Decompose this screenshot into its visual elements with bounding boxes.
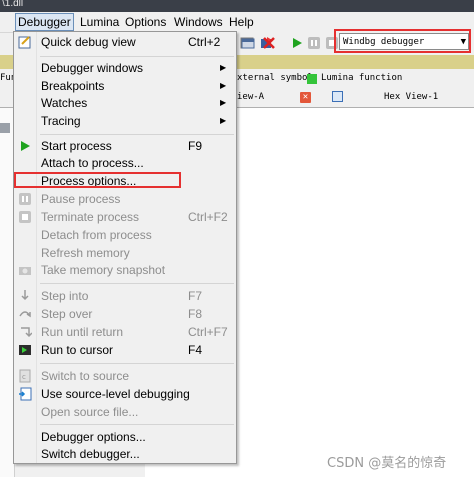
menu-item-label: Run to cursor [41,343,114,357]
camera-icon [19,267,31,275]
menu-item-detach-from-process: Detach from process [14,226,236,244]
run-to-cursor-icon [19,345,31,355]
debugger-menu: Quick debug view Ctrl+2 Debugger windows… [13,31,237,464]
menu-item-debugger-options[interactable]: Debugger options... [14,428,236,446]
close-icon[interactable]: ✕ [300,92,311,103]
window-title-bar: \1.dll [0,0,474,12]
legend-external-symbol: xternal symbol [237,73,313,83]
menu-separator [40,363,234,364]
menu-item-shortcut: F7 [188,289,203,303]
annotation-box-process-options [14,172,181,188]
menu-item-start-process[interactable]: Start process F9 [14,137,236,155]
step-over-icon [19,311,31,318]
window-icon[interactable] [241,36,255,50]
menu-item-label: Detach from process [41,228,152,242]
legend-lumina-swatch [307,74,317,84]
menu-item-step-into: Step into F7 [14,287,236,305]
menu-item-label: Open source file... [41,405,139,419]
play-icon[interactable] [290,36,304,50]
menu-item-attach-to-process[interactable]: Attach to process... [14,154,236,172]
menu-item-refresh-memory: Refresh memory [14,244,236,262]
menu-item-label: Switch to source [41,369,130,383]
annotation-box-debugger-select [334,29,471,53]
menu-item-pause-process: Pause process [14,190,236,208]
menu-item-label: Watches [41,96,88,110]
menu-debugger[interactable]: Debugger [15,13,74,31]
menu-item-shortcut: F9 [188,139,203,153]
menu-item-label: Take memory snapshot [41,263,166,277]
step-into-icon [21,290,29,301]
menu-item-label: Tracing [41,114,81,128]
menu-item-label: Use source-level debugging [41,387,190,401]
submenu-arrow-icon: ▶ [220,116,227,125]
submenu-arrow-icon: ▶ [220,98,227,107]
menu-item-label: Switch debugger... [41,447,140,461]
menu-item-switch-debugger[interactable]: Switch debugger... [14,445,236,463]
menu-separator [40,56,234,57]
menu-item-switch-to-source: c Switch to source [14,367,236,385]
menu-help[interactable]: Help [227,14,256,30]
menu-separator [40,424,234,425]
menu-lumina[interactable]: Lumina [78,14,121,30]
menu-item-label: Refresh memory [41,246,130,260]
pause-icon[interactable] [307,36,321,50]
menu-item-shortcut: F4 [188,343,203,357]
menu-item-label: Quick debug view [41,35,136,49]
submenu-arrow-icon: ▶ [220,63,227,72]
menu-options[interactable]: Options [123,14,168,30]
menu-item-label: Debugger windows [41,61,144,75]
delete-icon[interactable] [262,36,276,50]
menu-item-take-memory-snapshot: Take memory snapshot [14,261,236,279]
menu-item-label: Step into [41,289,89,303]
source-debug-icon [19,387,32,401]
menu-item-shortcut: Ctrl+F7 [188,325,228,339]
menu-item-shortcut: F8 [188,307,203,321]
stop-icon [19,211,31,223]
menu-item-run-until-return: Run until return Ctrl+F7 [14,323,236,341]
tab-ida-view[interactable]: iew-A [237,92,264,102]
tab-hex-view[interactable]: Hex View-1 [384,92,438,102]
source-file-icon: c [19,369,31,383]
menu-item-label: Debugger options... [41,430,146,444]
menu-windows[interactable]: Windows [172,14,225,30]
menu-item-label: Start process [41,139,112,153]
menu-item-quick-debug-view[interactable]: Quick debug view Ctrl+2 [14,33,236,51]
menu-item-label: Breakpoints [41,79,105,93]
menu-item-shortcut: Ctrl+F2 [188,210,228,224]
panel-marker [0,123,10,133]
menu-separator [40,283,234,284]
svg-text:c: c [22,373,26,381]
menu-item-open-source-file: Open source file... [14,403,236,421]
menu-item-use-source-level-debugging[interactable]: Use source-level debugging [14,385,236,403]
run-until-return-icon [21,327,32,338]
menu-item-label: Run until return [41,325,124,339]
menu-item-label: Step over [41,307,93,321]
menu-separator [40,134,234,135]
menu-item-shortcut: Ctrl+2 [188,35,221,49]
menu-item-run-to-cursor[interactable]: Run to cursor F4 [14,341,236,359]
quick-debug-icon [18,36,31,49]
menu-item-label: Attach to process... [41,156,144,170]
menu-item-step-over: Step over F8 [14,305,236,323]
menu-item-breakpoints[interactable]: Breakpoints ▶ [14,77,236,95]
menu-item-tracing[interactable]: Tracing ▶ [14,112,236,130]
legend-lumina-function: Lumina function [321,73,403,83]
window-title: \1.dll [2,0,24,9]
submenu-arrow-icon: ▶ [220,81,227,90]
pause-icon [19,193,31,205]
watermark: CSDN @莫名的惊奇 [327,456,447,471]
menu-item-label: Terminate process [41,210,140,224]
menu-item-terminate-process: Terminate process Ctrl+F2 [14,208,236,226]
hex-view-icon [332,91,343,102]
menu-item-debugger-windows[interactable]: Debugger windows ▶ [14,59,236,77]
menu-item-watches[interactable]: Watches ▶ [14,94,236,112]
play-icon [21,141,30,151]
menu-item-label: Pause process [41,192,121,206]
